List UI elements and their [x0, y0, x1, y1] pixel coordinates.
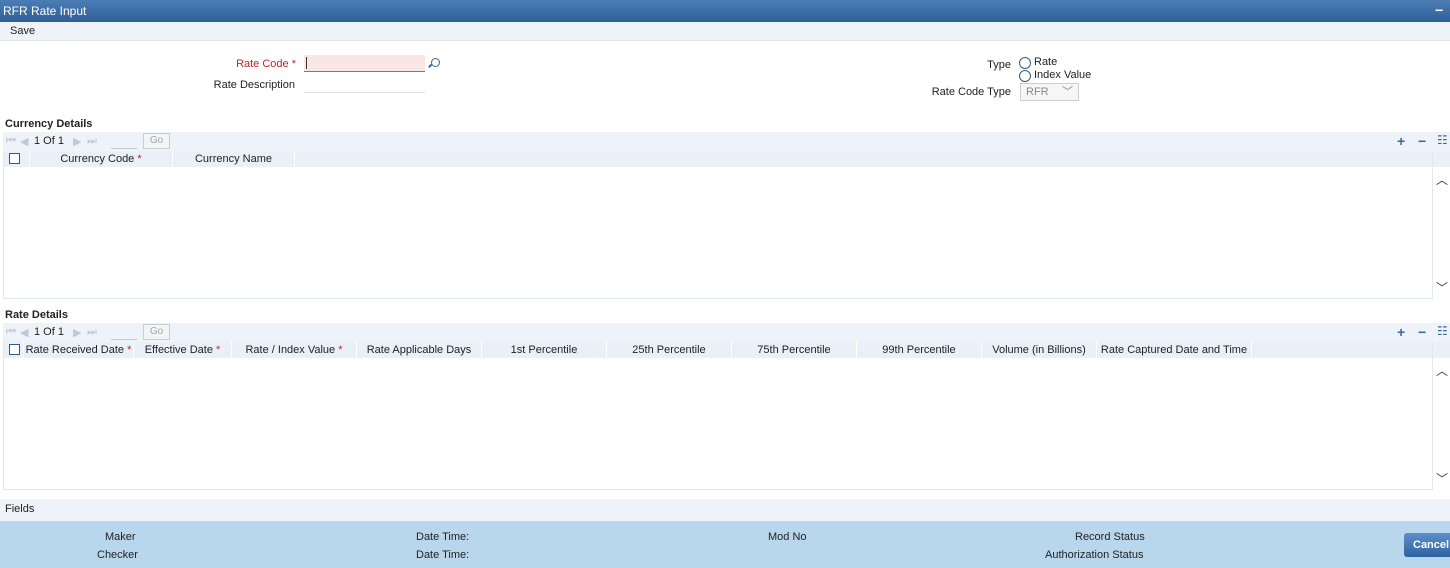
- maker-date-time-label: Date Time:: [416, 531, 470, 543]
- rate-details-grid: Rate Received Date * Effective Date * Ra…: [3, 342, 1432, 490]
- col-rate-index-value-label: Rate / Index Value: [245, 344, 336, 356]
- col-75th-percentile[interactable]: 75th Percentile: [732, 342, 857, 358]
- first-page-icon[interactable]: ⏮: [6, 135, 16, 148]
- delete-row-icon[interactable]: −: [1418, 324, 1426, 340]
- last-page-icon[interactable]: ⏭: [87, 135, 97, 148]
- currency-grid-scrollbar[interactable]: ︿ ﹀: [1432, 151, 1450, 299]
- select-all-cell: [4, 151, 30, 167]
- required-mark: *: [127, 344, 132, 356]
- col-25th-percentile[interactable]: 25th Percentile: [607, 342, 732, 358]
- col-rate-received-date-label: Rate Received Date: [25, 344, 125, 356]
- mod-no-label: Mod No: [768, 531, 807, 543]
- rate-code-label: Rate Code *: [200, 58, 296, 70]
- authorization-status-label: Authorization Status: [1045, 549, 1144, 561]
- scroll-down-icon[interactable]: ﹀: [1436, 470, 1448, 487]
- rate-grid-scrollbar[interactable]: ︿ ﹀: [1432, 342, 1450, 490]
- col-rate-captured-date-time[interactable]: Rate Captured Date and Time: [1097, 342, 1252, 358]
- type-index-value-label: Index Value: [1034, 69, 1092, 81]
- rate-pager: ⏮ ◀ 1 Of 1 ▶ ⏭ Go + − ☷: [3, 323, 1450, 342]
- scrollbar-header-cap: [1433, 151, 1450, 167]
- cancel-button[interactable]: Cancel: [1404, 533, 1450, 557]
- rate-grid-header: Rate Received Date * Effective Date * Ra…: [4, 342, 1432, 358]
- required-mark: *: [338, 344, 343, 356]
- rate-code-type-value: RFR: [1026, 86, 1049, 98]
- rate-description-label: Rate Description: [213, 79, 295, 91]
- record-status-label: Record Status: [1075, 531, 1145, 543]
- currency-pager: ⏮ ◀ 1 Of 1 ▶ ⏭ Go + − ☷: [3, 132, 1450, 151]
- col-rate-index-value[interactable]: Rate / Index Value *: [232, 342, 357, 358]
- col-effective-date[interactable]: Effective Date *: [134, 342, 232, 358]
- checker-label: Checker: [97, 549, 138, 561]
- col-rate-applicable-days[interactable]: Rate Applicable Days: [357, 342, 482, 358]
- window-title: RFR Rate Input: [3, 4, 87, 18]
- scrollbar-header-cap: [1433, 342, 1450, 358]
- save-button[interactable]: Save: [10, 25, 35, 37]
- prev-page-icon[interactable]: ◀: [20, 326, 28, 339]
- text-caret: [306, 57, 307, 69]
- select-all-checkbox[interactable]: [9, 153, 20, 164]
- search-icon[interactable]: [431, 58, 440, 67]
- col-currency-code[interactable]: Currency Code *: [30, 151, 173, 167]
- select-all-cell: [4, 342, 24, 358]
- col-volume-in-billions[interactable]: Volume (in Billions): [982, 342, 1097, 358]
- type-index-value-radio[interactable]: [1019, 70, 1031, 82]
- minimize-button[interactable]: −: [1435, 3, 1444, 17]
- required-mark: *: [291, 58, 296, 70]
- chevron-down-icon: ﹀: [1062, 86, 1073, 98]
- col-currency-code-label: Currency Code: [60, 153, 135, 165]
- last-page-icon[interactable]: ⏭: [87, 326, 97, 339]
- type-rate-label: Rate: [1034, 56, 1058, 68]
- currency-details-grid: Currency Code * Currency Name: [3, 151, 1432, 299]
- rate-details-title: Rate Details: [5, 309, 68, 321]
- scroll-up-icon[interactable]: ︿: [1436, 171, 1448, 188]
- audit-footer: Maker Checker Date Time: Date Time: Mod …: [0, 521, 1450, 568]
- first-page-icon[interactable]: ⏮: [6, 326, 16, 339]
- col-currency-name[interactable]: Currency Name: [173, 151, 295, 167]
- type-rate-radio[interactable]: [1019, 57, 1031, 69]
- col-1st-percentile[interactable]: 1st Percentile: [482, 342, 607, 358]
- type-label: Type: [987, 59, 1011, 71]
- single-view-icon[interactable]: ☷: [1437, 324, 1448, 338]
- window-titlebar: RFR Rate Input −: [0, 0, 1450, 22]
- currency-details-title: Currency Details: [5, 118, 93, 130]
- rate-code-type-select[interactable]: RFR ﹀: [1020, 83, 1079, 101]
- next-page-icon[interactable]: ▶: [73, 135, 81, 148]
- fields-link[interactable]: Fields: [5, 503, 34, 515]
- fields-bar: Fields: [0, 499, 1450, 521]
- col-rate-received-date[interactable]: Rate Received Date *: [24, 342, 134, 358]
- page-indicator: 1 Of 1: [34, 326, 64, 338]
- next-page-icon[interactable]: ▶: [73, 326, 81, 339]
- add-row-icon[interactable]: +: [1397, 324, 1405, 340]
- page-number-input[interactable]: [111, 134, 137, 149]
- select-all-checkbox[interactable]: [9, 344, 20, 355]
- checker-date-time-label: Date Time:: [416, 549, 470, 561]
- single-view-icon[interactable]: ☷: [1437, 133, 1448, 147]
- scroll-up-icon[interactable]: ︿: [1436, 362, 1448, 379]
- rate-code-label-text: Rate Code: [236, 58, 289, 70]
- page-indicator: 1 Of 1: [34, 135, 64, 147]
- required-mark: *: [137, 153, 142, 165]
- required-mark: *: [216, 344, 221, 356]
- delete-row-icon[interactable]: −: [1418, 133, 1426, 149]
- rate-code-input[interactable]: [304, 55, 425, 72]
- rate-description-input[interactable]: [304, 76, 425, 93]
- scroll-down-icon[interactable]: ﹀: [1436, 279, 1448, 296]
- currency-grid-header: Currency Code * Currency Name: [4, 151, 1432, 167]
- page-number-input[interactable]: [111, 325, 137, 340]
- toolbar: Save: [0, 22, 1450, 41]
- maker-label: Maker: [105, 531, 136, 543]
- add-row-icon[interactable]: +: [1397, 133, 1405, 149]
- go-button[interactable]: Go: [143, 133, 170, 149]
- go-button[interactable]: Go: [143, 324, 170, 340]
- prev-page-icon[interactable]: ◀: [20, 135, 28, 148]
- col-99th-percentile[interactable]: 99th Percentile: [857, 342, 982, 358]
- rate-code-type-label: Rate Code Type: [931, 86, 1011, 98]
- col-effective-date-label: Effective Date: [144, 344, 213, 356]
